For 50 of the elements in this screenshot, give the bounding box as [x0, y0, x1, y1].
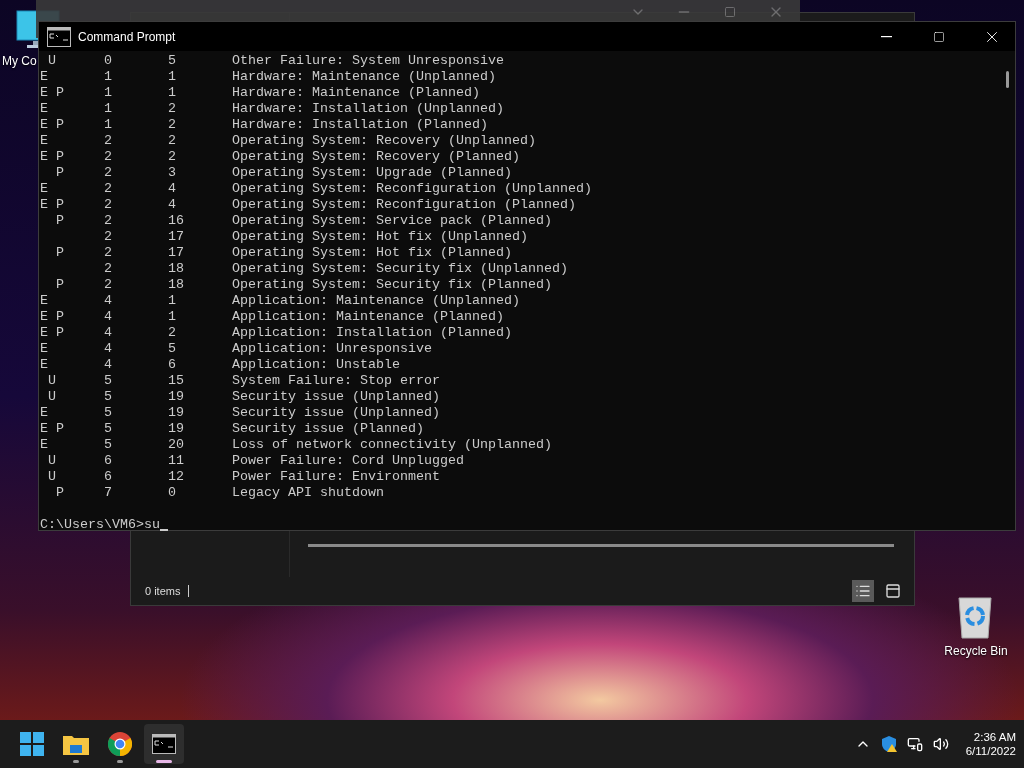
console-line: 2 18 Operating System: Security fix (Unplanned): [103, 261, 569, 277]
desktop-icon-label[interactable]: My Co: [0, 54, 37, 68]
console-line: U 6 12 Power Failure: Environment: [47, 469, 441, 485]
recycle-bin-icon: [957, 596, 993, 640]
clock-time[interactable]: 2:36 AM: [973, 731, 1016, 743]
folder-icon: [63, 733, 89, 755]
console-line: E P 2 4 Operating System: Reconfiguration (Planned): [40, 197, 577, 213]
console-line: U 6 11 Power Failure: Cord Unplugged: [47, 453, 465, 469]
windows-logo-icon: [20, 732, 44, 756]
item-count-text: 0 items: [145, 585, 181, 597]
minimize-icon: [880, 35, 892, 38]
window-title: Command Prompt: [78, 29, 177, 44]
console-line: E 4 1 Application: Maintenance (Unplanned): [40, 293, 521, 309]
console-line: E P 2 2 Operating System: Recovery (Planned): [40, 149, 521, 165]
console-line: E P 5 19 Security issue (Planned): [40, 421, 425, 437]
console-line: E 5 19 Security issue (Unplanned): [40, 405, 441, 421]
console-line: P 2 16 Operating System: Service pack (Planned): [55, 213, 553, 229]
panel-icon: [885, 583, 901, 599]
console-line: U 5 15 System Failure: Stop error: [47, 373, 441, 389]
terminal-icon: [152, 734, 176, 754]
console-line: E 5 20 Loss of network connectivity (Unplanned): [40, 437, 553, 453]
console-line: E P 1 1 Hardware: Maintenance (Planned): [40, 85, 481, 101]
console-line: P 2 18 Operating System: Security fix (Planned): [55, 277, 553, 293]
clock-date[interactable]: 6/11/2022: [965, 745, 1016, 757]
maximize-icon: [933, 30, 945, 43]
browser-icon: [108, 732, 132, 756]
details-view-button[interactable]: [852, 580, 874, 602]
console-line: E 1 2 Hardware: Installation (Unplanned): [40, 101, 505, 117]
console-line: E 4 5 Application: Unresponsive: [40, 341, 433, 357]
command-prompt-line[interactable]: C:\Users\VM6>su: [40, 517, 160, 533]
console-line: E P 1 2 Hardware: Installation (Planned): [40, 117, 489, 133]
desktop-icon-label[interactable]: Recycle Bin: [942, 644, 1008, 658]
console-line: E 4 6 Application: Unstable: [40, 357, 401, 373]
text-cursor: [160, 529, 168, 531]
list-icon: [855, 583, 871, 599]
terminal-icon: [47, 26, 71, 47]
console-line: E 1 1 Hardware: Maintenance (Unplanned): [40, 69, 497, 85]
scrollbar-thumb[interactable]: [1005, 71, 1009, 88]
taskbar-app-button[interactable]: [144, 724, 184, 764]
console-line: U 0 5 Other Failure: System Unresponsive: [47, 53, 505, 69]
console-line: P 2 3 Operating System: Upgrade (Planned): [55, 165, 513, 181]
console-line: E 2 2 Operating System: Recovery (Unplanned): [40, 133, 537, 149]
console-line: P 2 17 Operating System: Hot fix (Planned): [55, 245, 513, 261]
console-line: 2 17 Operating System: Hot fix (Unplanned): [103, 229, 529, 245]
console-line: P 7 0 Legacy API shutdown: [55, 485, 385, 501]
console-line: E 2 4 Operating System: Reconfiguration (Unplanned): [40, 181, 593, 197]
console-line: E P 4 1 Application: Maintenance (Planned): [40, 309, 505, 325]
console-line: U 5 19 Security issue (Unplanned): [47, 389, 441, 405]
scrollbar[interactable]: [308, 544, 894, 547]
console-line: E P 4 2 Application: Installation (Planned): [40, 325, 513, 341]
